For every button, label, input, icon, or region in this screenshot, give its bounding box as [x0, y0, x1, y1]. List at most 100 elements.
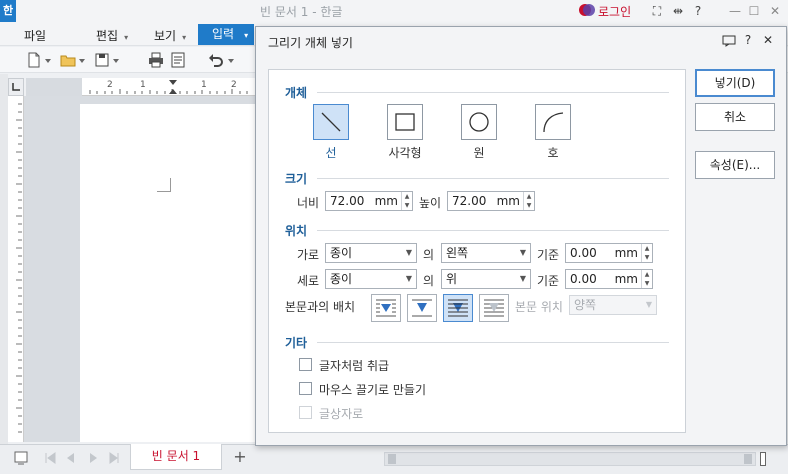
chevron-down-icon[interactable]	[79, 59, 85, 63]
margin-corner-mark	[157, 178, 171, 192]
login-button[interactable]: 로그인	[598, 3, 631, 20]
menu-edit[interactable]: 편집 ▾	[96, 27, 128, 44]
split-handle[interactable]	[760, 452, 766, 466]
wrap-tight-button[interactable]	[407, 294, 437, 322]
chevron-down-icon: ▼	[645, 300, 652, 309]
glyph-box-checkbox[interactable]	[299, 406, 312, 419]
horizontal-scrollbar[interactable]	[384, 452, 756, 466]
width-label: 너비	[297, 196, 320, 210]
of-label: 의	[423, 248, 435, 262]
chevron-down-icon: ▼	[405, 274, 412, 283]
new-document-icon[interactable]	[26, 52, 42, 68]
horizontal-base-label: 기준	[537, 248, 560, 262]
left-strip	[0, 74, 8, 444]
save-icon[interactable]	[94, 52, 110, 68]
close-window-button[interactable]: ✕	[766, 2, 784, 20]
help-icon[interactable]: ?	[740, 32, 756, 48]
fullscreen-icon[interactable]: ⛶	[648, 2, 666, 20]
menu-file[interactable]: 파일	[24, 27, 46, 44]
of-label: 의	[423, 274, 435, 288]
width-value: 72.00	[330, 194, 365, 208]
section-position: 위치	[285, 224, 308, 238]
height-unit: mm	[496, 194, 520, 208]
width-unit: mm	[374, 194, 398, 208]
shape-line-button[interactable]	[313, 104, 349, 140]
vertical-base-label: 기준	[537, 274, 560, 288]
ruler-tick-label: 1	[201, 80, 207, 90]
horizontal-label: 가로	[297, 248, 320, 262]
vertical-align-select[interactable]: 위 ▼	[441, 269, 531, 289]
width-input[interactable]: 72.00 mm ▲ ▼	[325, 191, 413, 211]
chevron-down-icon[interactable]	[113, 59, 119, 63]
print-icon[interactable]	[148, 52, 164, 68]
page-view-icon[interactable]	[14, 451, 28, 465]
spinner-icon[interactable]: ▲ ▼	[401, 192, 412, 210]
tight-wrap-icon	[412, 299, 432, 317]
mouse-drag-checkbox[interactable]	[299, 382, 312, 395]
comment-icon[interactable]	[722, 35, 736, 47]
square-wrap-icon	[376, 299, 396, 317]
window-title: 빈 문서 1 - 한글	[260, 5, 343, 19]
horizontal-ref-value: 종이	[330, 246, 353, 260]
minimize-button[interactable]: —	[726, 2, 744, 20]
wrap-behind-text-button[interactable]	[443, 294, 473, 322]
section-object: 개체	[285, 86, 308, 100]
cancel-button[interactable]: 취소	[695, 103, 775, 131]
ruler-tick-label: 2	[231, 80, 237, 90]
chevron-down-icon[interactable]	[45, 59, 51, 63]
height-label: 높이	[419, 196, 442, 210]
horizontal-offset-input[interactable]: 0.00 mm ▲ ▼	[565, 243, 653, 263]
treat-as-char-checkbox[interactable]	[299, 358, 312, 371]
vertical-ref-select[interactable]: 종이 ▼	[325, 269, 417, 289]
ruler-tick-label: 2	[107, 80, 113, 90]
spinner-icon[interactable]: ▲ ▼	[523, 192, 534, 210]
shape-rectangle-label: 사각형	[388, 146, 422, 160]
text-position-select[interactable]: 양쪽 ▼	[569, 295, 657, 315]
horizontal-align-select[interactable]: 왼쪽 ▼	[441, 243, 531, 263]
height-input[interactable]: 72.00 mm ▲ ▼	[447, 191, 535, 211]
ruler-margin	[26, 78, 82, 96]
ellipse-icon	[469, 112, 489, 132]
menu-view[interactable]: 보기 ▾	[154, 27, 186, 44]
tab-navigation-icons[interactable]	[44, 452, 120, 464]
add-tab-button[interactable]: +	[230, 448, 250, 466]
shape-rectangle-button[interactable]	[387, 104, 423, 140]
shape-line-label: 선	[325, 146, 337, 160]
section-etc: 기타	[285, 336, 308, 350]
document-tab[interactable]: 빈 문서 1	[130, 444, 222, 470]
open-folder-icon[interactable]	[60, 52, 76, 68]
help-icon[interactable]: ?	[689, 2, 707, 20]
undo-icon[interactable]	[208, 52, 224, 68]
wrap-label: 본문과의 배치	[285, 300, 356, 314]
behind-text-icon	[448, 299, 468, 317]
height-value: 72.00	[452, 194, 487, 208]
print-preview-icon[interactable]	[170, 52, 186, 68]
shape-arc-button[interactable]	[535, 104, 571, 140]
dialog-title: 그리기 개체 넣기	[268, 36, 353, 50]
wrap-square-button[interactable]	[371, 294, 401, 322]
menu-insert[interactable]: 입력 ▾	[198, 24, 254, 45]
wrap-in-front-button[interactable]	[479, 294, 509, 322]
document-page[interactable]	[80, 104, 256, 442]
login-icon[interactable]	[579, 3, 595, 17]
vertical-offset-input[interactable]: 0.00 mm ▲ ▼	[565, 269, 653, 289]
close-icon[interactable]: ✕	[760, 32, 776, 48]
rectangle-icon	[395, 113, 415, 131]
scroll-right-icon[interactable]	[744, 454, 752, 464]
section-divider	[317, 230, 669, 231]
spinner-icon[interactable]: ▲ ▼	[641, 270, 652, 288]
spinner-icon[interactable]: ▲ ▼	[641, 244, 652, 262]
text-position-label: 본문 위치	[515, 300, 563, 314]
horizontal-ref-select[interactable]: 종이 ▼	[325, 243, 417, 263]
vertical-ref-value: 종이	[330, 272, 353, 286]
split-view-icon[interactable]: ⇹	[669, 2, 687, 20]
chevron-down-icon: ▾	[244, 31, 249, 40]
insert-button[interactable]: 넣기(D)	[695, 69, 775, 97]
chevron-down-icon[interactable]	[228, 59, 234, 63]
shape-ellipse-button[interactable]	[461, 104, 497, 140]
scroll-left-icon[interactable]	[388, 454, 396, 464]
text-position-value: 양쪽	[574, 298, 597, 312]
maximize-button[interactable]: ☐	[745, 2, 763, 20]
chevron-down-icon: ▼	[405, 248, 412, 257]
properties-button[interactable]: 속성(E)...	[695, 151, 775, 179]
